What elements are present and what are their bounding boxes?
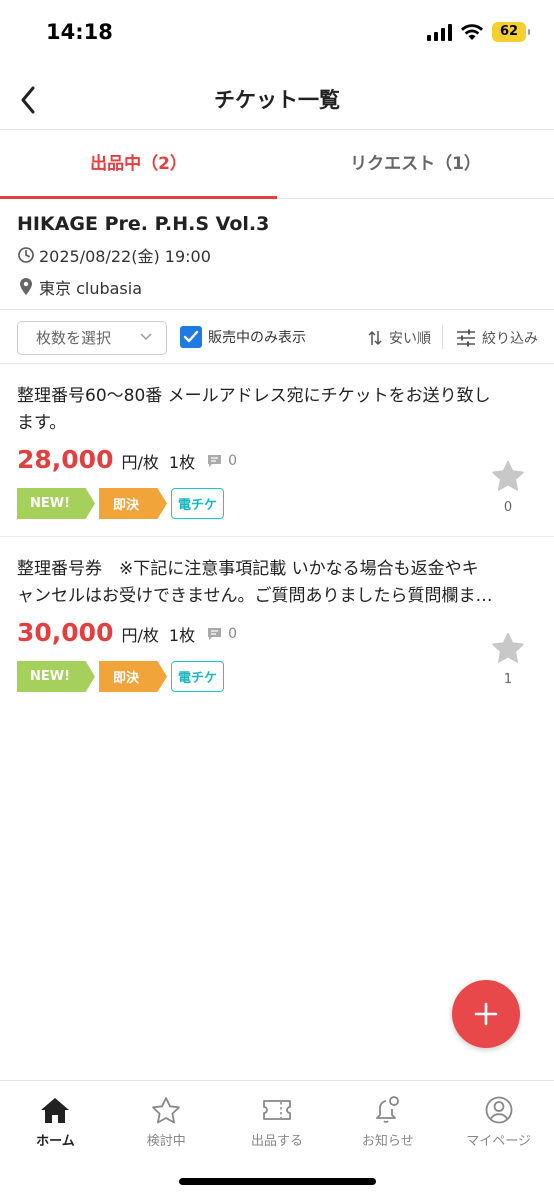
price-row: 28,000 円/枚 1枚 0 (17, 445, 237, 474)
comment-count: 0 (207, 626, 237, 642)
status-time: 14:18 (46, 20, 113, 44)
battery-icon: 62 (492, 22, 530, 42)
user-icon (485, 1096, 512, 1124)
onsale-only-label: 販売中のみ表示 (208, 330, 306, 346)
plus-icon (474, 1002, 498, 1026)
home-indicator (179, 1178, 376, 1185)
event-datetime: 2025/08/22(金) 19:00 (39, 247, 211, 266)
listing-price: 30,000 (17, 618, 114, 647)
event-datetime-row: 2025/08/22(金) 19:00 (17, 243, 554, 267)
comment-count-value: 0 (228, 626, 237, 642)
sort-button[interactable]: 安い順 (367, 328, 431, 348)
page-title: チケット一覧 (214, 88, 340, 112)
tab-requests[interactable]: リクエスト（1） (277, 131, 554, 198)
status-icons: 62 (427, 22, 530, 42)
nav-label-mypage: マイページ (466, 1134, 531, 1149)
comment-count-value: 0 (228, 453, 237, 469)
divider (442, 325, 443, 349)
nav-label-considering: 検討中 (146, 1134, 186, 1149)
listing-description: 整理番号券 ※下記に注意事項記載 いかなる場合も返金やキ ャンセルはお受けできま… (17, 556, 537, 610)
tab-listings[interactable]: 出品中（2） (0, 131, 277, 199)
bell-icon (375, 1096, 399, 1123)
listing-badges: NEW! 即決 電チケ (17, 661, 225, 692)
status-bar: 14:18 62 (0, 0, 554, 70)
new-badge: NEW! (17, 661, 95, 692)
ticket-icon (263, 1100, 291, 1120)
favorite-button[interactable]: 0 (490, 460, 526, 515)
sort-icon (368, 330, 382, 346)
clock-icon (18, 247, 34, 263)
price-row: 30,000 円/枚 1枚 0 (17, 618, 237, 647)
price-unit: 円/枚 (121, 626, 159, 645)
favorite-count: 0 (503, 500, 513, 515)
add-listing-button[interactable] (452, 980, 520, 1048)
favorite-button[interactable]: 1 (490, 632, 526, 687)
listing-price: 28,000 (17, 445, 114, 474)
event-info: HIKAGE Pre. P.H.S Vol.3 2025/08/22(金) 19… (0, 200, 554, 310)
nav-item-home[interactable]: ホーム (0, 1081, 111, 1199)
home-icon (41, 1098, 70, 1123)
location-pin-icon (20, 278, 32, 295)
quantity-select-label: 枚数を選択 (36, 329, 112, 347)
listing-quantity: 1枚 (168, 626, 196, 645)
instant-buy-badge: 即決 (99, 661, 167, 692)
filter-label: 絞り込み (482, 331, 538, 347)
comment-icon (208, 628, 222, 640)
comment-icon (208, 455, 222, 467)
event-title: HIKAGE Pre. P.H.S Vol.3 (17, 213, 270, 235)
eticket-badge: 電チケ (171, 661, 225, 692)
sort-label: 安い順 (389, 331, 431, 347)
price-unit: 円/枚 (121, 453, 159, 472)
nav-header: チケット一覧 (0, 70, 554, 130)
comment-count: 0 (207, 453, 237, 469)
listing-description: 整理番号60〜80番 メールアドレス宛にチケットをお送り致し ます。 (17, 383, 537, 437)
nav-label-home: ホーム (36, 1134, 75, 1149)
star-icon (152, 1097, 181, 1124)
nav-label-sell: 出品する (250, 1134, 303, 1149)
event-venue: 東京 clubasia (39, 279, 143, 298)
listing-description-line: 整理番号60〜80番 メールアドレス宛にチケットをお送り致し (17, 386, 491, 406)
signal-icon (427, 23, 452, 41)
wifi-icon (461, 24, 483, 40)
listing-description-line: ャンセルはお受けできません。ご質問ありましたら質問欄ま… (17, 586, 493, 606)
listing-badges: NEW! 即決 電チケ (17, 488, 225, 519)
event-venue-row: 東京 clubasia (17, 275, 554, 299)
listing-description-line: ます。 (17, 413, 67, 433)
nav-label-notifications: お知らせ (361, 1134, 414, 1149)
listing-quantity: 1枚 (168, 453, 196, 472)
star-icon (492, 460, 524, 491)
filter-bar: 枚数を選択 販売中のみ表示 安い順 絞り込み (0, 311, 554, 364)
tab-bar: 出品中（2） リクエスト（1） (0, 131, 554, 199)
instant-buy-badge: 即決 (99, 488, 167, 519)
quantity-select[interactable]: 枚数を選択 (17, 321, 167, 355)
ticket-listing[interactable]: 整理番号60〜80番 メールアドレス宛にチケットをお送り致し ます。 28,00… (0, 365, 554, 537)
star-icon (492, 632, 524, 663)
chevron-down-icon (140, 333, 152, 341)
favorite-count: 1 (503, 672, 513, 687)
onsale-only-checkbox[interactable]: 販売中のみ表示 (180, 326, 306, 348)
ticket-listing[interactable]: 整理番号券 ※下記に注意事項記載 いかなる場合も返金やキ ャンセルはお受けできま… (0, 538, 554, 712)
eticket-badge: 電チケ (171, 488, 225, 519)
checkbox-checked-icon (180, 326, 202, 348)
listing-description-line: 整理番号券 ※下記に注意事項記載 いかなる場合も返金やキ (17, 559, 479, 579)
nav-item-mypage[interactable]: マイページ (443, 1081, 554, 1199)
sliders-icon (457, 329, 475, 347)
new-badge: NEW! (17, 488, 95, 519)
filter-button[interactable]: 絞り込み (456, 328, 538, 348)
